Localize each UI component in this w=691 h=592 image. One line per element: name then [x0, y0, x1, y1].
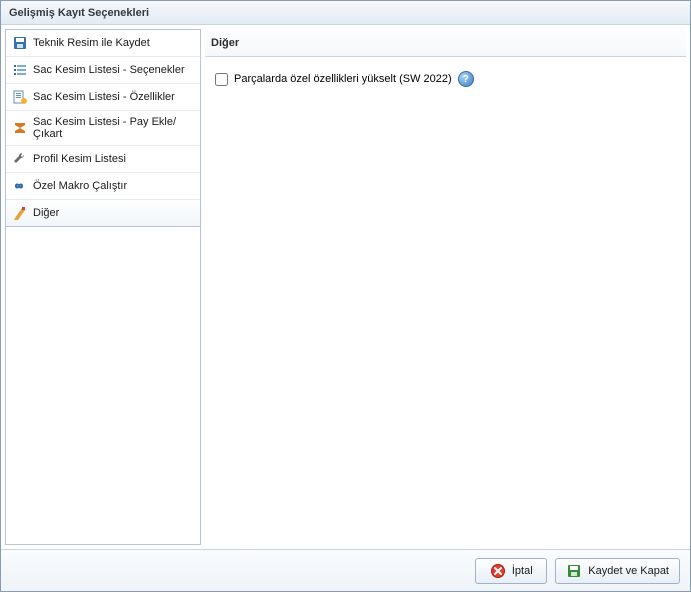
save-icon	[12, 35, 28, 51]
sidebar-item-cutlist-allowance[interactable]: Sac Kesim Listesi - Pay Ekle/Çıkart	[6, 111, 200, 146]
misc-icon	[12, 205, 28, 221]
upgrade-properties-checkbox[interactable]	[215, 73, 228, 86]
sidebar-filler	[5, 227, 201, 545]
sigma-icon	[12, 120, 28, 136]
sidebar-item-cutlist-properties[interactable]: Sac Kesim Listesi - Özellikler	[6, 84, 200, 111]
sidebar-item-drawing-save[interactable]: Teknik Resim ile Kaydet	[6, 30, 200, 57]
list-options-icon	[12, 62, 28, 78]
sidebar-item-label: Sac Kesim Listesi - Pay Ekle/Çıkart	[33, 116, 194, 140]
upgrade-properties-row[interactable]: Parçalarda özel özellikleri yükselt (SW …	[215, 71, 676, 87]
sidebar-item-label: Özel Makro Çalıştır	[33, 180, 127, 192]
save-close-button[interactable]: Kaydet ve Kapat	[555, 558, 680, 584]
cancel-button-label: İptal	[512, 565, 533, 577]
cancel-icon	[490, 563, 506, 579]
sidebar-item-label: Profil Kesim Listesi	[33, 153, 126, 165]
sidebar-item-cutlist-options[interactable]: Sac Kesim Listesi - Seçenekler	[6, 57, 200, 84]
help-icon[interactable]: ?	[458, 71, 474, 87]
dialog-window: Gelişmiş Kayıt Seçenekleri Teknik Resim …	[0, 0, 691, 592]
content-title: Diğer	[211, 37, 239, 49]
list-properties-icon	[12, 89, 28, 105]
upgrade-properties-label: Parçalarda özel özellikleri yükselt (SW …	[234, 73, 452, 85]
sidebar-item-label: Sac Kesim Listesi - Seçenekler	[33, 64, 185, 76]
sidebar-item-label: Teknik Resim ile Kaydet	[33, 37, 150, 49]
save-close-icon	[566, 563, 582, 579]
cancel-button[interactable]: İptal	[475, 558, 547, 584]
infinity-icon	[12, 178, 28, 194]
sidebar-item-other[interactable]: Diğer	[6, 200, 200, 226]
footer: İptal Kaydet ve Kapat	[1, 549, 690, 591]
sidebar-item-label: Sac Kesim Listesi - Özellikler	[33, 91, 175, 103]
sidebar-item-run-macro[interactable]: Özel Makro Çalıştır	[6, 173, 200, 200]
sidebar-item-label: Diğer	[33, 207, 59, 219]
body: Teknik Resim ile Kaydet Sac Kesim Listes…	[1, 25, 690, 549]
sidebar-item-profile-cutlist[interactable]: Profil Kesim Listesi	[6, 146, 200, 173]
content-area: Diğer Parçalarda özel özellikleri yüksel…	[205, 29, 686, 545]
titlebar: Gelişmiş Kayıt Seçenekleri	[1, 1, 690, 25]
window-title: Gelişmiş Kayıt Seçenekleri	[9, 7, 149, 19]
content-body: Parçalarda özel özellikleri yükselt (SW …	[205, 57, 686, 545]
wrench-icon	[12, 151, 28, 167]
content-header: Diğer	[205, 29, 686, 57]
save-close-button-label: Kaydet ve Kapat	[588, 565, 669, 577]
sidebar-nav: Teknik Resim ile Kaydet Sac Kesim Listes…	[5, 29, 201, 227]
sidebar-column: Teknik Resim ile Kaydet Sac Kesim Listes…	[5, 29, 201, 545]
